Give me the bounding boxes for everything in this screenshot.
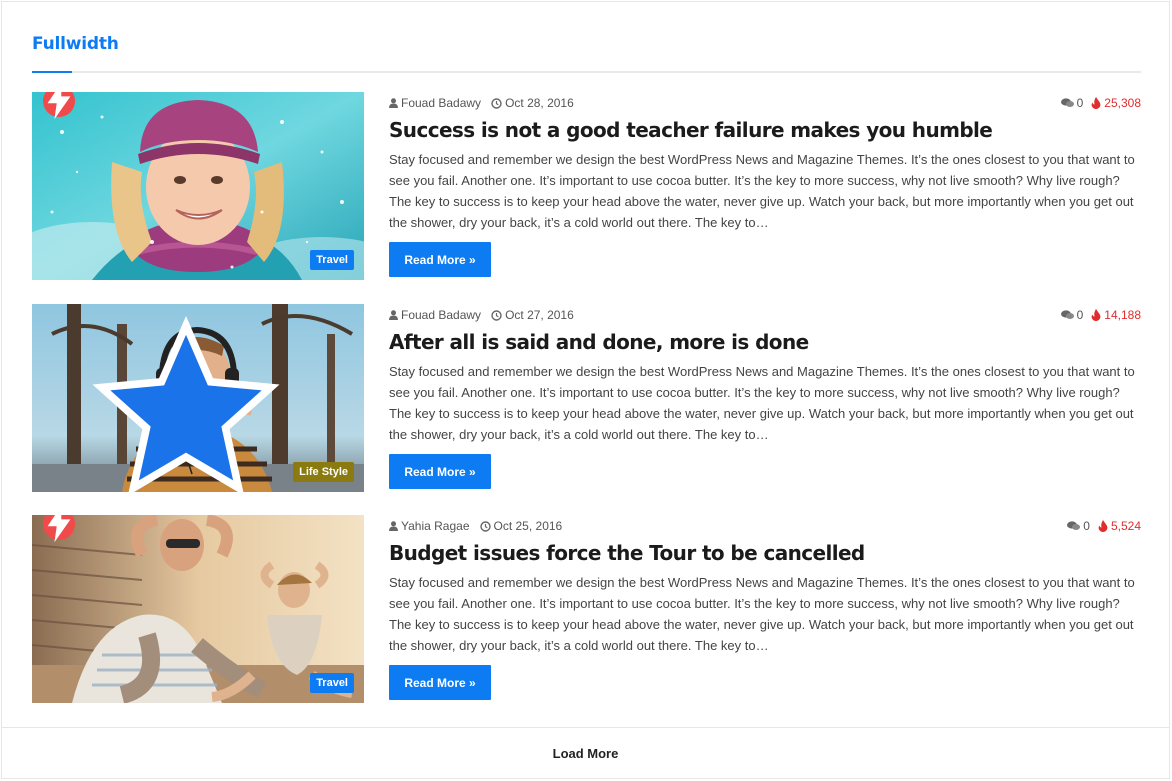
post-thumbnail[interactable]: Life Style — [32, 304, 364, 492]
comments-icon — [1060, 310, 1074, 319]
post-views: 5,524 — [1098, 519, 1141, 533]
post-thumbnail[interactable]: Travel — [32, 515, 364, 703]
post-content: Yahia Ragae Oct 25, 2016 0 5,524 Budget … — [389, 515, 1141, 703]
widget-title: Fullwidth — [32, 34, 119, 54]
post-author[interactable]: Fouad Badawy — [389, 96, 481, 110]
post-item: Travel Yahia Ragae Oct 25, 2016 0 5,524 … — [32, 515, 1141, 703]
category-label[interactable]: Travel — [310, 673, 354, 693]
read-more-button[interactable]: Read More » — [389, 242, 491, 277]
user-icon — [389, 521, 398, 531]
post-item: Travel Fouad Badawy Oct 28, 2016 0 25,30… — [32, 92, 1141, 280]
fire-icon — [1091, 97, 1101, 109]
post-date: Oct 25, 2016 — [479, 519, 562, 533]
clock-icon — [479, 520, 491, 532]
flash-badge — [43, 515, 75, 543]
widget-header: Fullwidth — [32, 32, 1141, 74]
flash-icon — [47, 515, 71, 543]
post-views: 25,308 — [1091, 96, 1141, 110]
post-date: Oct 27, 2016 — [491, 308, 574, 322]
post-comments[interactable]: 0 — [1060, 308, 1083, 322]
post-title[interactable]: Success is not a good teacher failure ma… — [389, 116, 1141, 144]
post-excerpt: Stay focused and remember we design the … — [389, 152, 1135, 230]
fire-icon — [1091, 309, 1101, 321]
post-author[interactable]: Fouad Badawy — [389, 308, 481, 322]
post-thumbnail[interactable]: Travel — [32, 92, 364, 280]
post-meta: Yahia Ragae Oct 25, 2016 0 5,524 — [389, 519, 1141, 535]
post-meta: Fouad Badawy Oct 28, 2016 0 25,308 — [389, 96, 1141, 112]
read-more-button[interactable]: Read More » — [389, 454, 491, 489]
comments-icon — [1060, 98, 1074, 107]
header-divider — [32, 71, 1141, 73]
clock-icon — [491, 97, 502, 109]
post-comments[interactable]: 0 — [1060, 96, 1083, 110]
post-author[interactable]: Yahia Ragae — [389, 519, 470, 533]
post-excerpt: Stay focused and remember we design the … — [389, 364, 1135, 442]
post-title[interactable]: After all is said and done, more is done — [389, 328, 1141, 356]
flash-icon — [47, 92, 71, 120]
post-views: 14,188 — [1091, 308, 1141, 322]
header-divider-accent — [32, 71, 72, 73]
post-item: Life Style Fouad Badawy Oct 27, 2016 0 1… — [32, 304, 1141, 492]
category-label[interactable]: Travel — [310, 250, 354, 270]
post-comments[interactable]: 0 — [1067, 519, 1090, 533]
post-content: Fouad Badawy Oct 27, 2016 0 14,188 After… — [389, 304, 1141, 492]
fire-icon — [1098, 520, 1108, 532]
post-content: Fouad Badawy Oct 28, 2016 0 25,308 Succe… — [389, 92, 1141, 280]
post-title[interactable]: Budget issues force the Tour to be cance… — [389, 539, 1141, 567]
load-more-button[interactable]: Load More — [2, 727, 1169, 778]
flash-badge — [43, 92, 75, 120]
post-date: Oct 28, 2016 — [491, 96, 574, 110]
comments-icon — [1067, 521, 1081, 530]
read-more-button[interactable]: Read More » — [389, 665, 491, 700]
clock-icon — [491, 309, 502, 321]
user-icon — [389, 98, 398, 108]
post-excerpt: Stay focused and remember we design the … — [389, 575, 1135, 653]
post-meta: Fouad Badawy Oct 27, 2016 0 14,188 — [389, 308, 1141, 324]
category-label[interactable]: Life Style — [293, 462, 354, 482]
fullwidth-widget: Fullwidth Travel Fouad Badawy Oct 28, 20… — [1, 1, 1170, 779]
user-icon — [389, 310, 398, 320]
